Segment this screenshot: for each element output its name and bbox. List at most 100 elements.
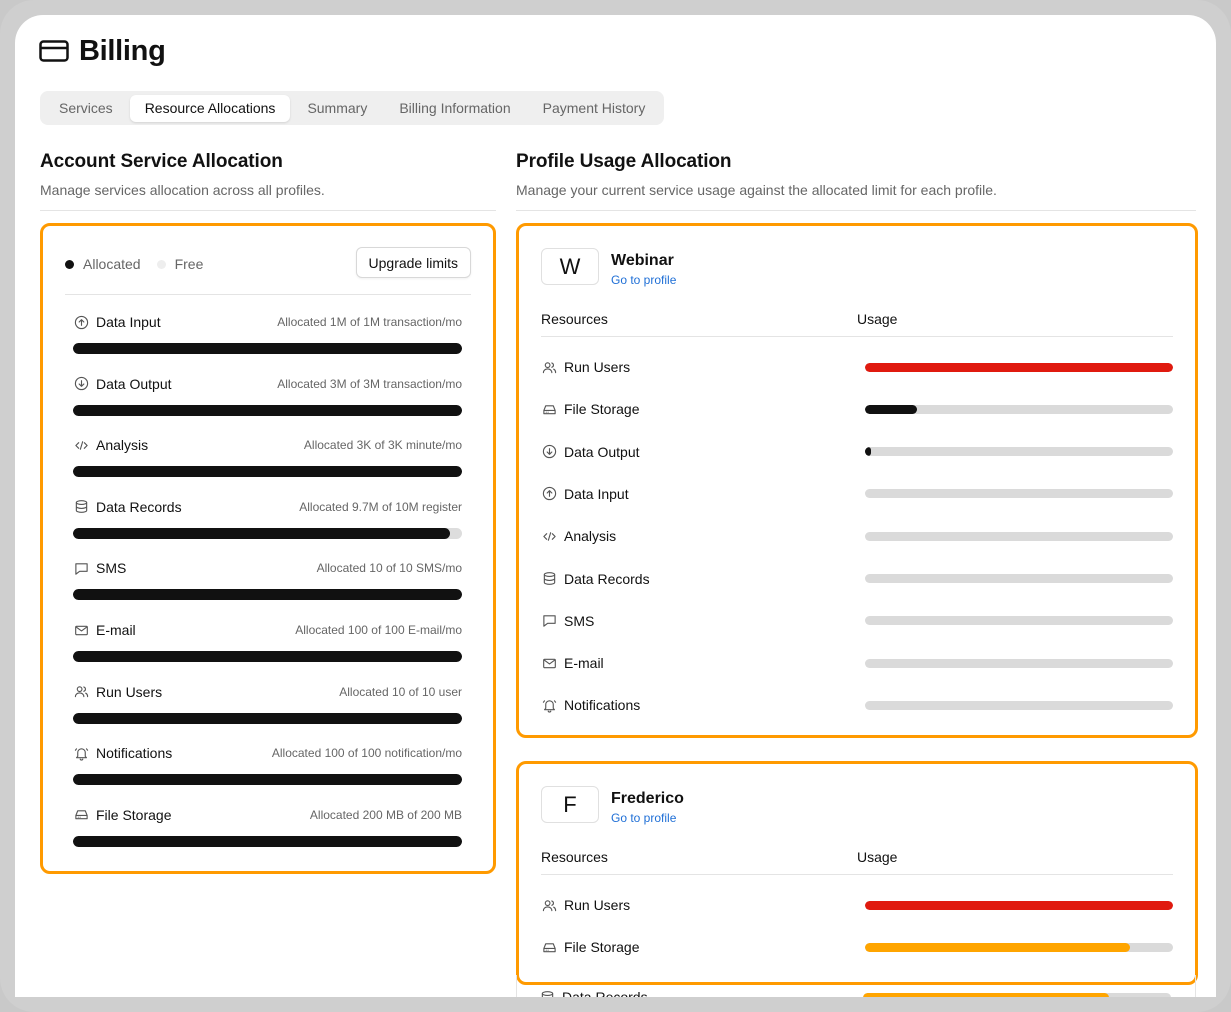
billing-window: Billing Services Resource Allocations Summ… xyxy=(15,15,1216,997)
upgrade-limits-button[interactable]: Upgrade limits xyxy=(355,247,471,278)
usage-row-notifications: Notifications xyxy=(541,695,1173,715)
tab-summary[interactable]: Summary xyxy=(292,95,382,122)
allocation-desc: Allocated 9.7M of 10M register xyxy=(299,499,462,514)
allocation-bar xyxy=(73,404,462,416)
allocation-bar-fill xyxy=(73,774,462,786)
usage-resource: Analysis xyxy=(541,528,865,544)
tab-payment-history[interactable]: Payment History xyxy=(528,95,661,122)
allocation-item-notifications: Notifications Allocated 100 of 100 notifi… xyxy=(73,745,462,786)
mail-icon xyxy=(73,622,89,638)
allocation-label: SMS xyxy=(96,560,127,577)
legend-free: Free xyxy=(174,256,204,272)
usage-resource: File Storage xyxy=(541,939,865,955)
usage-row-file-storage: File Storage xyxy=(541,399,1173,419)
allocation-bar xyxy=(73,466,462,478)
users-icon xyxy=(541,359,557,375)
usage-label: File Storage xyxy=(564,939,640,956)
arrow-down-circle-icon xyxy=(73,376,89,392)
legend: Allocated Free xyxy=(65,256,203,272)
bell-icon xyxy=(73,745,89,761)
usage-label: Data Output xyxy=(564,443,640,460)
usage-bar-fill xyxy=(865,447,872,457)
divider xyxy=(65,294,471,295)
bell-icon xyxy=(541,697,557,713)
allocation-bar xyxy=(73,343,462,354)
divider xyxy=(516,210,1196,211)
code-icon xyxy=(541,528,557,544)
profile-card-webinar: W Webinar Go to profile Resources Usage Run U… xyxy=(516,223,1198,738)
section-subtitle: Manage services allocation across all pr… xyxy=(40,182,325,198)
usage-row-data-records: Data Records xyxy=(541,569,1173,589)
usage-label: Run Users xyxy=(564,359,631,375)
allocation-item-name: E-mail xyxy=(73,622,136,638)
credit-card-icon xyxy=(39,40,69,62)
usage-label: E-mail xyxy=(564,655,604,672)
profile-name: Frederico xyxy=(611,790,684,807)
allocation-label: E-mail xyxy=(96,622,136,638)
allocation-item-name: Analysis xyxy=(73,437,148,453)
usage-resource: Notifications xyxy=(541,697,865,713)
users-icon xyxy=(73,684,89,700)
account-allocation-card: Allocated Free Upgrade limits Data Input… xyxy=(40,223,496,874)
allocation-desc: Allocated 200 MB of 200 MB xyxy=(309,807,462,822)
usage-bar xyxy=(865,574,1173,583)
usage-label: Data Records xyxy=(564,570,650,587)
usage-bar xyxy=(865,447,1173,457)
usage-bar-fill xyxy=(863,992,1110,997)
allocation-desc: Allocated 100 of 100 E-mail/mo xyxy=(295,623,462,637)
usage-bar-fill xyxy=(865,362,1173,372)
divider xyxy=(541,874,1173,875)
allocation-item-sms: SMS Allocated 10 of 10 SMS/mo xyxy=(73,560,462,601)
usage-row-file-storage: File Storage xyxy=(541,937,1173,957)
usage-resource: Data Output xyxy=(541,444,865,460)
allocation-bar-fill xyxy=(73,404,462,416)
column-header-resources: Resources xyxy=(541,849,608,865)
usage-bar-fill xyxy=(865,942,1130,952)
tab-services[interactable]: Services xyxy=(44,95,128,122)
usage-resource: File Storage xyxy=(541,401,865,417)
allocation-item-name: Notifications xyxy=(73,745,172,761)
usage-row-data-input: Data Input xyxy=(541,484,1173,504)
usage-resource: SMS xyxy=(541,613,865,629)
go-to-profile-link[interactable]: Go to profile xyxy=(611,273,676,287)
free-dot-icon xyxy=(156,259,166,269)
users-icon xyxy=(541,897,557,913)
hard-drive-icon xyxy=(73,807,89,823)
allocation-bar xyxy=(73,589,462,601)
allocation-item-data-records: Data Records Allocated 9.7M of 10M regist… xyxy=(73,499,462,539)
go-to-profile-link[interactable]: Go to profile xyxy=(611,811,676,825)
usage-label: Data Records xyxy=(562,989,648,997)
allocation-item-file-storage: File Storage Allocated 200 MB of 200 MB xyxy=(73,807,462,847)
column-header-usage: Usage xyxy=(857,849,898,865)
usage-row-data-records: Data Records xyxy=(539,987,1173,997)
tab-billing-information[interactable]: Billing Information xyxy=(384,95,525,122)
arrow-down-circle-icon xyxy=(541,444,557,460)
usage-label: Data Input xyxy=(564,485,629,502)
usage-label: Analysis xyxy=(564,528,617,545)
allocation-bar-fill xyxy=(73,527,451,539)
usage-bar xyxy=(865,404,1173,414)
database-icon xyxy=(541,571,557,587)
allocation-bar-fill xyxy=(73,835,462,847)
profile-name: Webinar xyxy=(611,252,674,269)
allocation-bar-fill xyxy=(73,589,462,601)
tab-bar: Services Resource Allocations Summary Billi… xyxy=(40,91,665,125)
mail-icon xyxy=(541,655,557,671)
allocation-label: Analysis xyxy=(96,437,149,454)
allocation-bar xyxy=(73,835,462,847)
usage-row-analysis: Analysis xyxy=(541,526,1173,546)
usage-bar xyxy=(865,531,1173,541)
usage-row-data-output: Data Output xyxy=(541,442,1173,462)
usage-bar xyxy=(865,489,1173,499)
usage-resource: Data Records xyxy=(539,989,863,997)
message-square-icon xyxy=(73,560,89,576)
tab-resource-allocations[interactable]: Resource Allocations xyxy=(129,94,291,122)
divider xyxy=(541,336,1173,337)
database-icon xyxy=(73,499,89,515)
allocation-item-analysis: Analysis Allocated 3K of 3K minute/mo xyxy=(73,437,462,478)
section-title: Account Service Allocation xyxy=(40,151,283,172)
usage-label: Run Users xyxy=(564,897,631,913)
page-title: Billing xyxy=(79,34,166,67)
column-header-usage: Usage xyxy=(857,311,898,327)
account-allocation-header: Account Service Allocation Manage servic… xyxy=(40,151,325,198)
